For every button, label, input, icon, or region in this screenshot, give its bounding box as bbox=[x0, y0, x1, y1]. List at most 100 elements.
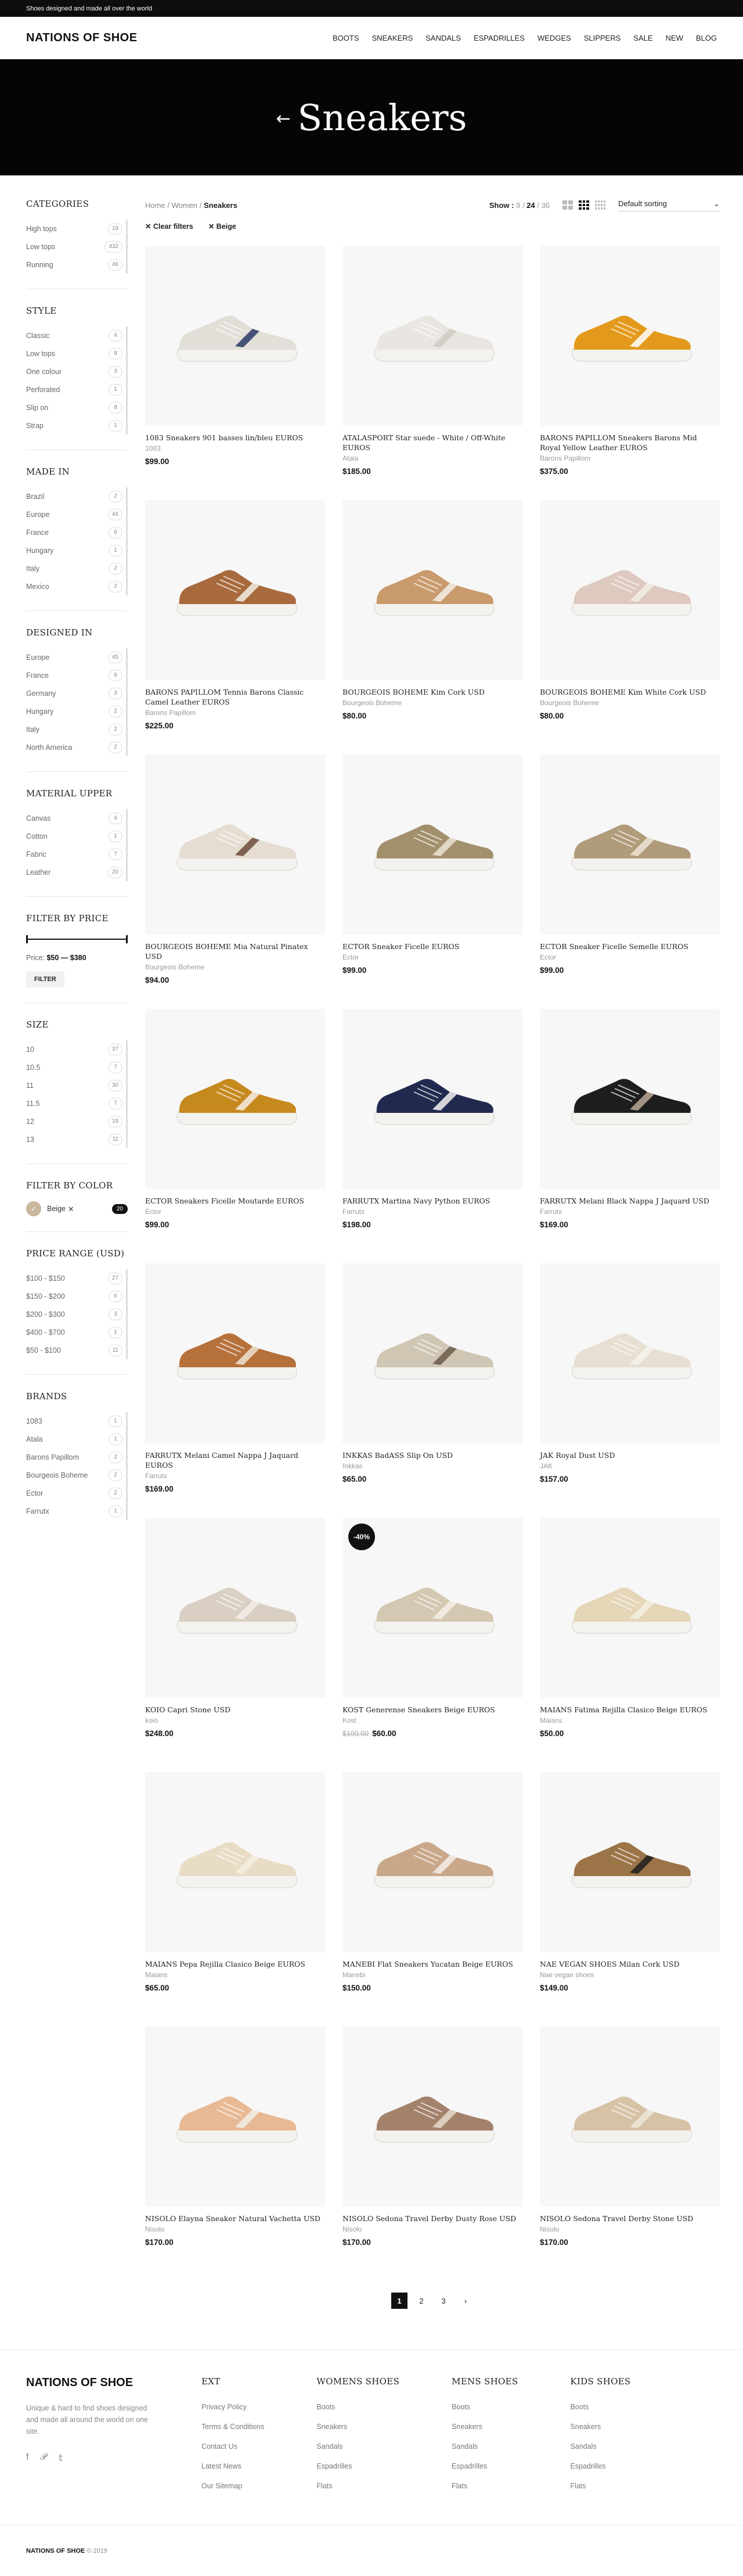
footer-link-flats[interactable]: Flats bbox=[570, 2482, 630, 2502]
product-brand[interactable]: Nisolo bbox=[342, 2225, 522, 2233]
filter-option-ector[interactable]: Ector 2 bbox=[26, 1484, 122, 1502]
product-brand[interactable]: Bourgeois Boheme bbox=[342, 699, 522, 707]
product-card[interactable]: FARRUTX Melani Black Nappa J Jaquard USD… bbox=[540, 1009, 720, 1263]
product-card[interactable]: NISOLO Elayna Sneaker Natural Vachetta U… bbox=[145, 2027, 325, 2281]
grid-2-icon[interactable] bbox=[562, 200, 573, 210]
product-card[interactable]: ECTOR Sneaker Ficelle Semelle EUROS Ector… bbox=[540, 755, 720, 1009]
product-image[interactable] bbox=[342, 2027, 522, 2207]
per-page-9[interactable]: 9 bbox=[516, 201, 520, 210]
product-name[interactable]: ECTOR Sneaker Ficelle EUROS bbox=[342, 942, 522, 951]
filter-option-13[interactable]: 13 11 bbox=[26, 1130, 122, 1148]
product-image[interactable] bbox=[540, 1518, 720, 1698]
filter-option-fabric[interactable]: Fabric 7 bbox=[26, 845, 122, 863]
product-card[interactable]: KOIO Capri Stone USD koio $248.00 bbox=[145, 1518, 325, 1772]
filter-option-running[interactable]: Running 46 bbox=[26, 256, 122, 274]
next-page-icon[interactable]: › bbox=[457, 2293, 474, 2309]
product-image[interactable] bbox=[145, 1518, 325, 1698]
page-3[interactable]: 3 bbox=[435, 2293, 452, 2309]
color-filter-beige[interactable]: ✓ Beige ✕ 20 bbox=[26, 1201, 128, 1216]
footer-link-boots[interactable]: Boots bbox=[452, 2403, 518, 2423]
product-image[interactable] bbox=[540, 2027, 720, 2207]
product-image[interactable] bbox=[342, 1009, 522, 1189]
nav-item-sandals[interactable]: SANDALS bbox=[425, 34, 461, 42]
nav-item-new[interactable]: NEW bbox=[666, 34, 683, 42]
product-card[interactable]: BOURGEOIS BOHEME Kim White Cork USD Bourg… bbox=[540, 500, 720, 755]
filter-option-400-700[interactable]: $400 - $700 1 bbox=[26, 1323, 122, 1341]
twitter-icon[interactable]: 𝕥 bbox=[59, 2452, 63, 2464]
filter-option-europe[interactable]: Europe 45 bbox=[26, 648, 122, 666]
filter-option-12[interactable]: 12 19 bbox=[26, 1112, 122, 1130]
product-brand[interactable]: Nae vegan shoes bbox=[540, 1971, 720, 1979]
product-image[interactable]: -40% bbox=[342, 1518, 522, 1698]
filter-option-bourgeois-boheme[interactable]: Bourgeois Boheme 2 bbox=[26, 1466, 122, 1484]
grid-4-icon[interactable] bbox=[595, 200, 605, 210]
filter-option-europe[interactable]: Europe 44 bbox=[26, 505, 122, 523]
footer-link-flats[interactable]: Flats bbox=[452, 2482, 518, 2502]
filter-option-200-300[interactable]: $200 - $300 3 bbox=[26, 1305, 122, 1323]
product-name[interactable]: NISOLO Sedona Travel Derby Dusty Rose US… bbox=[342, 2214, 522, 2223]
product-card[interactable]: 1083 Sneakers 901 basses lin/bleu EUROS 1… bbox=[145, 246, 325, 500]
filter-option-germany[interactable]: Germany 3 bbox=[26, 684, 122, 702]
footer-link-espadrilles[interactable]: Espadrilles bbox=[452, 2462, 518, 2482]
footer-link-espadrilles[interactable]: Espadrilles bbox=[316, 2462, 399, 2482]
product-image[interactable] bbox=[342, 1263, 522, 1443]
filter-option-low-tops[interactable]: Low tops 432 bbox=[26, 238, 122, 256]
product-card[interactable]: ECTOR Sneaker Ficelle EUROS Ector $99.00 bbox=[342, 755, 522, 1009]
footer-link-latest-news[interactable]: Latest News bbox=[201, 2462, 264, 2482]
grid-3-icon[interactable] bbox=[579, 200, 589, 210]
nav-item-sale[interactable]: SALE bbox=[633, 34, 652, 42]
product-brand[interactable]: JAK bbox=[540, 1462, 720, 1470]
clear-filters-chip[interactable]: ✕ Clear filters bbox=[145, 222, 193, 231]
nav-item-wedges[interactable]: WEDGES bbox=[538, 34, 571, 42]
product-card[interactable]: BOURGEOIS BOHEME Mia Natural Pinatex USD… bbox=[145, 755, 325, 1009]
facebook-icon[interactable]: f bbox=[26, 2452, 28, 2464]
filter-option-italy[interactable]: Italy 2 bbox=[26, 720, 122, 738]
filter-option-50-100[interactable]: $50 - $100 11 bbox=[26, 1341, 122, 1359]
product-brand[interactable]: Ector bbox=[342, 953, 522, 961]
filter-option-10[interactable]: 10 37 bbox=[26, 1040, 122, 1058]
product-brand[interactable]: Kost bbox=[342, 1716, 522, 1724]
product-name[interactable]: MAIANS Fatima Rejilla Clasico Beige EURO… bbox=[540, 1705, 720, 1715]
filter-option-france[interactable]: France 6 bbox=[26, 666, 122, 684]
price-slider-max-handle[interactable] bbox=[126, 935, 128, 943]
product-brand[interactable]: Nisolo bbox=[540, 2225, 720, 2233]
product-image[interactable] bbox=[342, 500, 522, 680]
product-image[interactable] bbox=[145, 755, 325, 935]
product-name[interactable]: FARRUTX Melani Camel Nappa J Jaquard EUR… bbox=[145, 1450, 325, 1470]
product-image[interactable] bbox=[342, 1772, 522, 1952]
product-image[interactable] bbox=[342, 246, 522, 426]
filter-option-farrutx[interactable]: Farrutx 1 bbox=[26, 1502, 122, 1520]
nav-item-slippers[interactable]: SLIPPERS bbox=[584, 34, 621, 42]
product-name[interactable]: FARRUTX Melani Black Nappa J Jaquard USD bbox=[540, 1196, 720, 1206]
product-name[interactable]: KOST Generense Sneakers Beige EUROS bbox=[342, 1705, 522, 1715]
per-page-24[interactable]: 24 bbox=[526, 201, 535, 210]
product-card[interactable]: FARRUTX Melani Camel Nappa J Jaquard EUR… bbox=[145, 1263, 325, 1518]
page-2[interactable]: 2 bbox=[413, 2293, 430, 2309]
footer-link-espadrilles[interactable]: Espadrilles bbox=[570, 2462, 630, 2482]
product-card[interactable]: INKKAS BadASS Slip On USD Inkkas $65.00 bbox=[342, 1263, 522, 1518]
price-filter-button[interactable]: FILTER bbox=[26, 971, 64, 987]
filter-option-france[interactable]: France 6 bbox=[26, 523, 122, 541]
product-card[interactable]: ATALASPORT Star suede - White / Off-Whit… bbox=[342, 246, 522, 500]
product-image[interactable] bbox=[540, 246, 720, 426]
product-image[interactable] bbox=[342, 755, 522, 935]
filter-option-hungary[interactable]: Hungary 2 bbox=[26, 702, 122, 720]
page-1[interactable]: 1 bbox=[391, 2293, 407, 2309]
beige-filter-chip[interactable]: ✕ Beige bbox=[208, 222, 236, 231]
filter-option-canvas[interactable]: Canvas 4 bbox=[26, 809, 122, 827]
product-image[interactable] bbox=[145, 1263, 325, 1443]
product-brand[interactable]: Ector bbox=[540, 953, 720, 961]
product-brand[interactable]: koio bbox=[145, 1716, 325, 1724]
filter-option-leather[interactable]: Leather 20 bbox=[26, 863, 122, 881]
product-name[interactable]: MANEBI Flat Sneakers Yucatan Beige EUROS bbox=[342, 1959, 522, 1969]
product-brand[interactable]: Nisolo bbox=[145, 2225, 325, 2233]
product-image[interactable] bbox=[540, 755, 720, 935]
filter-option-atala[interactable]: Atala 1 bbox=[26, 1430, 122, 1448]
breadcrumb-women[interactable]: Women bbox=[172, 201, 198, 210]
price-slider-min-handle[interactable] bbox=[26, 935, 28, 943]
filter-option-10-5[interactable]: 10.5 7 bbox=[26, 1058, 122, 1076]
product-card[interactable]: MAIANS Fatima Rejilla Clasico Beige EURO… bbox=[540, 1518, 720, 1772]
product-card[interactable]: NISOLO Sedona Travel Derby Stone USD Niso… bbox=[540, 2027, 720, 2281]
product-brand[interactable]: Bourgeois Boheme bbox=[145, 963, 325, 971]
footer-link-boots[interactable]: Boots bbox=[570, 2403, 630, 2423]
